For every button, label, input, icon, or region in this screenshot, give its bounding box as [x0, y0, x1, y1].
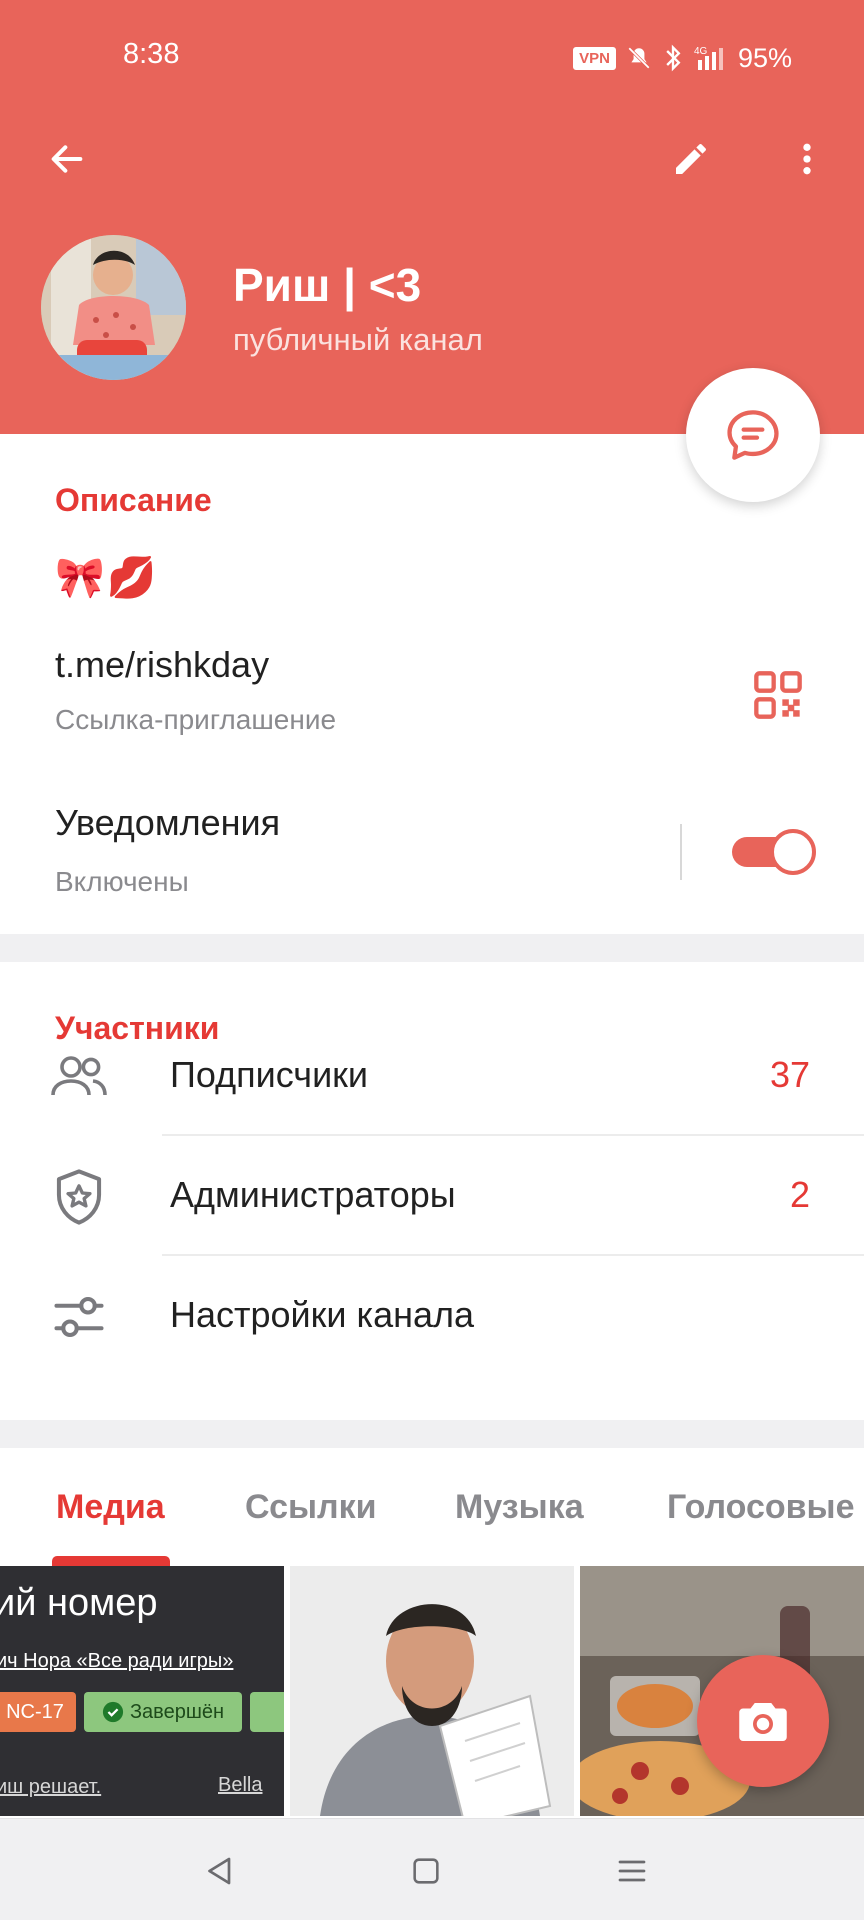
bluetooth-icon: [666, 44, 681, 72]
subscribers-label: Подписчики: [170, 1054, 369, 1095]
channel-type: публичный канал: [233, 322, 483, 357]
vpn-icon: VPN: [573, 46, 616, 70]
camera-button[interactable]: [697, 1655, 829, 1787]
tab-links[interactable]: Ссылки: [245, 1488, 377, 1527]
pencil-icon: [676, 144, 706, 174]
notifications-label[interactable]: Уведомления: [55, 802, 280, 844]
users-icon: [48, 1046, 110, 1108]
invite-link-caption: Ссылка-приглашение: [55, 704, 337, 735]
channel-settings-label: Настройки канала: [170, 1294, 475, 1335]
members-card: Участники Подписчики 37 Администраторы 2…: [0, 962, 864, 1420]
discussion-button[interactable]: [686, 368, 820, 502]
status-icons: VPN 4G 95%: [573, 38, 792, 78]
status-time: 8:38: [123, 38, 180, 70]
arrow-left-icon: [51, 145, 83, 173]
triangle-back-icon: [208, 1857, 231, 1885]
invite-link[interactable]: t.me/rishkday: [55, 644, 269, 686]
edit-button[interactable]: [660, 128, 722, 190]
status-badge: Завершён: [84, 1692, 242, 1732]
nav-menu-button[interactable]: [610, 1849, 654, 1893]
status-bar: 8:38 VPN 4G 95%: [0, 0, 864, 115]
media-item[interactable]: ий номер ич Нора «Все ради игры» NC-17 З…: [0, 1566, 284, 1816]
top-app-bar: [0, 110, 864, 200]
tab-voice[interactable]: Голосовые: [667, 1488, 855, 1527]
more-options-button[interactable]: [776, 128, 838, 190]
administrators-label: Администраторы: [170, 1174, 456, 1215]
back-button[interactable]: [36, 128, 98, 190]
tab-music[interactable]: Музыка: [455, 1488, 584, 1527]
media-item-author: Bella: [218, 1774, 263, 1796]
notifications-toggle[interactable]: [732, 826, 816, 876]
media-illustration: [290, 1566, 574, 1816]
mute-icon: [628, 47, 650, 69]
active-tab-indicator: [52, 1556, 170, 1566]
media-item[interactable]: [290, 1566, 574, 1816]
tab-media[interactable]: Медиа: [56, 1488, 165, 1527]
status-badge-label: Завершён: [129, 1700, 225, 1723]
qr-code-icon: [754, 671, 802, 719]
toggle-knob: [770, 829, 816, 875]
divider: [680, 824, 682, 880]
square-home-icon: [413, 1858, 439, 1884]
camera-icon: [739, 1703, 787, 1741]
avatar-illustration: [41, 235, 186, 380]
nav-back-button[interactable]: [198, 1849, 242, 1893]
chat-bubble-icon: [727, 410, 779, 460]
description-title: Описание: [55, 482, 212, 518]
media-item-line: ич Нора «Все ради игры»: [0, 1650, 234, 1672]
channel-settings-row[interactable]: Настройки канала: [0, 1256, 864, 1376]
description-text: 🎀💋: [55, 556, 159, 600]
qr-code-button[interactable]: [752, 669, 804, 721]
nav-home-button[interactable]: [404, 1849, 448, 1893]
notifications-state: Включены: [55, 866, 189, 897]
administrators-count: 2: [789, 1174, 810, 1215]
more-vertical-icon: [803, 143, 811, 175]
channel-title: Риш | <3: [233, 259, 422, 311]
check-circle-icon: [102, 1701, 124, 1723]
channel-avatar[interactable]: [41, 235, 186, 380]
subscribers-count: 37: [769, 1054, 810, 1095]
system-nav-bar: [0, 1818, 864, 1920]
rating-badge: NC-17: [0, 1692, 76, 1732]
info-card: Описание 🎀💋 t.me/rishkday Ссылка-приглаш…: [0, 434, 864, 934]
administrators-row[interactable]: Администраторы 2: [0, 1136, 864, 1256]
media-tabs: Медиа Ссылки Музыка Голосовые: [0, 1448, 864, 1566]
like-badge: [250, 1692, 284, 1732]
media-item-line2: иш решает.: [0, 1776, 102, 1798]
battery-level: 95%: [737, 42, 792, 73]
svg-text:4G: 4G: [694, 46, 708, 57]
menu-lines-icon: [618, 1860, 646, 1882]
channel-profile-screen: 8:38 VPN 4G 95% Риш | <3 публичный канал…: [0, 0, 864, 1920]
shield-star-icon: [48, 1166, 110, 1228]
subscribers-row[interactable]: Подписчики 37: [0, 1016, 864, 1136]
signal-icon: 4G: [694, 46, 723, 70]
profile-header: 8:38 VPN 4G 95% Риш | <3 публичный канал: [0, 0, 864, 434]
media-item-heading: ий номер: [0, 1582, 158, 1624]
sliders-icon: [48, 1286, 110, 1348]
